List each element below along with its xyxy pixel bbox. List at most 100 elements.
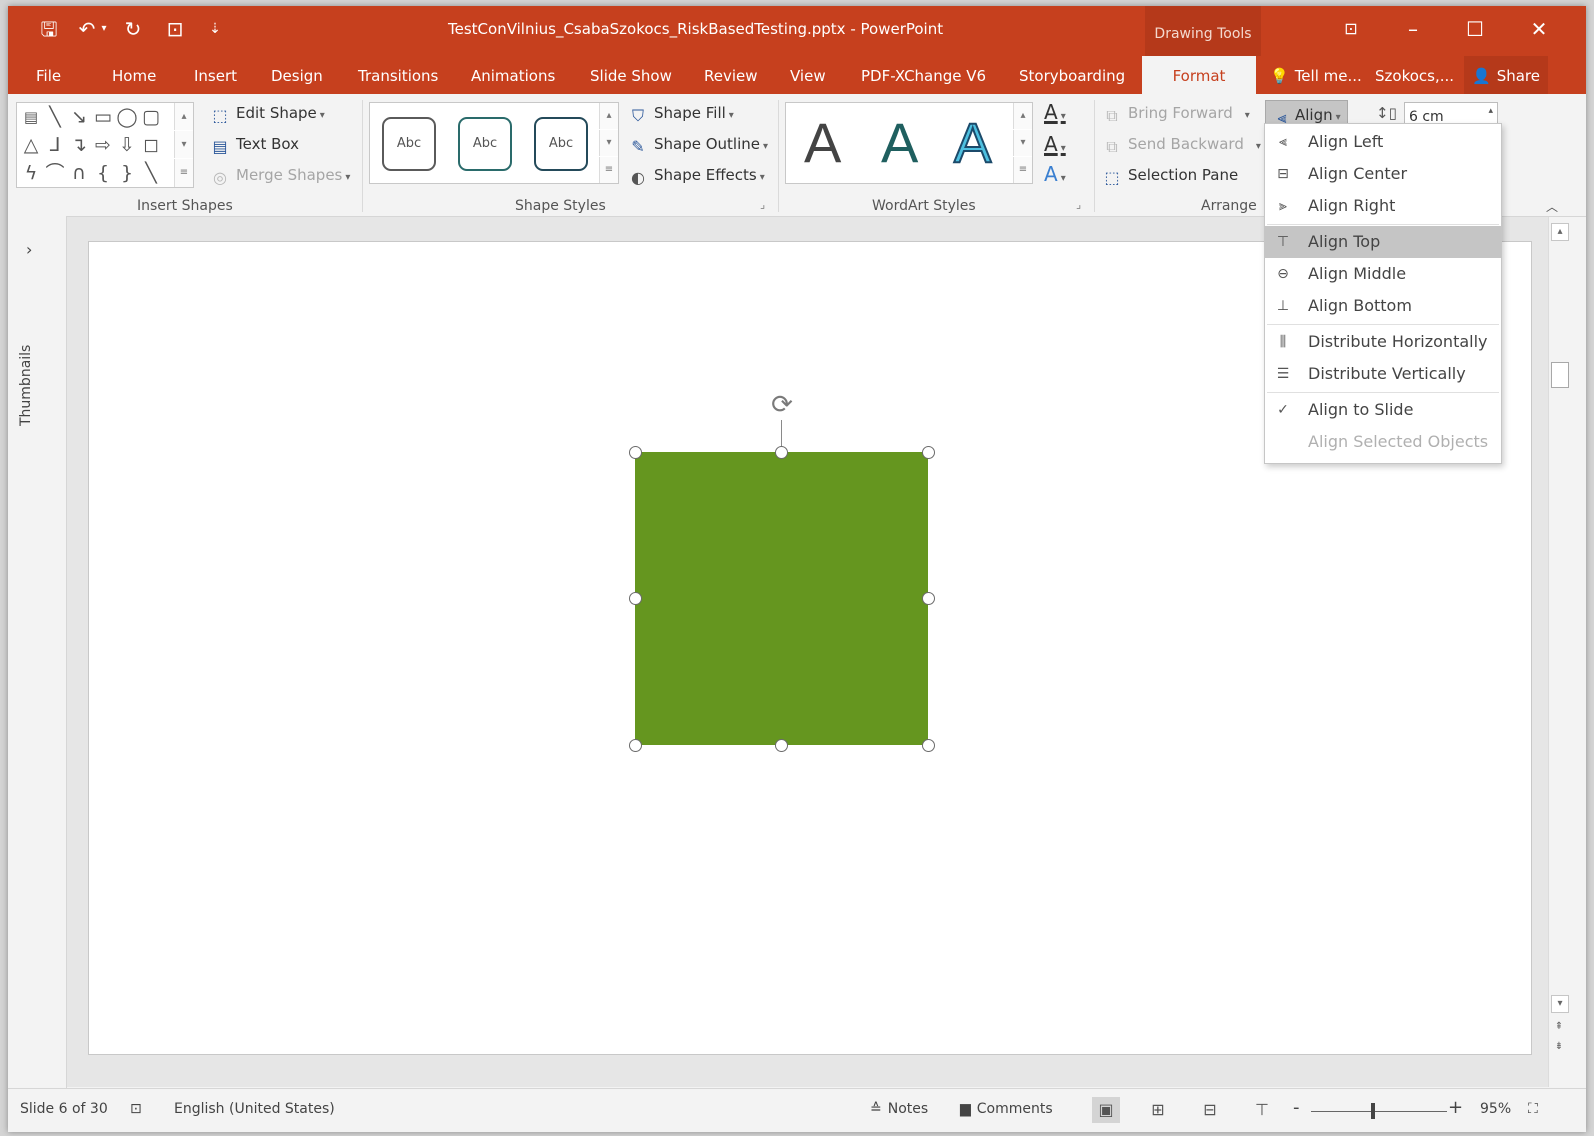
zoom-slider[interactable] (1311, 1111, 1447, 1112)
share-button[interactable]: 👤 Share (1464, 56, 1548, 94)
wordart-gallery-more-icon[interactable]: ≡ (1013, 157, 1032, 183)
zoom-out-button[interactable]: - (1293, 1097, 1300, 1118)
left-brace-shape-icon[interactable]: { (91, 161, 115, 185)
distribute-horizontally-item[interactable]: ⫼ Distribute Horizontally (1265, 326, 1501, 358)
start-from-beginning-icon[interactable]: ⊡ (162, 16, 188, 42)
maximize-button[interactable]: ☐ (1452, 14, 1498, 44)
align-top-item[interactable]: ⊤ Align Top (1265, 226, 1501, 258)
expand-thumbnails-icon[interactable]: › (26, 240, 32, 259)
customize-quick-access-icon[interactable]: ⇣ (202, 16, 228, 42)
slide-show-icon[interactable]: ⊤ (1248, 1097, 1276, 1123)
curve-shape-icon[interactable]: ∩ (67, 161, 91, 185)
scrollbar-thumb[interactable] (1551, 362, 1569, 388)
shapes-gallery-up-icon[interactable]: ▴ (174, 103, 193, 130)
spell-check-icon[interactable]: ⊡ (130, 1101, 142, 1117)
wordart-style-teal[interactable]: A (881, 113, 918, 173)
resize-handle-top-left[interactable] (629, 446, 642, 459)
undo-dropdown-icon[interactable]: ▾ (97, 16, 111, 42)
arrow-line-shape-icon[interactable]: ↘ (67, 105, 91, 129)
shape-style-swatch[interactable]: Abc (382, 117, 436, 171)
styles-gallery-down-icon[interactable]: ▾ (599, 130, 618, 156)
slide-counter[interactable]: Slide 6 of 30 (20, 1101, 108, 1117)
tab-slide-show[interactable]: Slide Show (590, 56, 672, 94)
redo-icon[interactable]: ↻ (120, 16, 146, 42)
text-box-button[interactable]: ▤ Text Box (210, 135, 299, 156)
resize-handle-bottom[interactable] (775, 739, 788, 752)
text-box-shape-icon[interactable]: ▤ (19, 105, 43, 129)
tab-transitions[interactable]: Transitions (358, 56, 438, 94)
text-outline-icon[interactable]: A ▾ (1044, 132, 1066, 156)
user-account[interactable]: Szokocs,... (1375, 56, 1454, 94)
comments-button[interactable]: ▆ Comments (960, 1101, 1053, 1117)
resize-handle-bottom-left[interactable] (629, 739, 642, 752)
shapes-gallery[interactable]: ▤ ╲ ↘ ▭ ◯ ▢ △ ⅃ ↴ ⇨ ⇩ ◻ ϟ ⌒ ∩ { } ╲ ▴ ▾ … (16, 102, 194, 188)
triangle-shape-icon[interactable]: △ (19, 133, 43, 157)
zoom-slider-thumb[interactable] (1371, 1103, 1375, 1119)
right-arrow-shape-icon[interactable]: ⇨ (91, 133, 115, 157)
wordart-dialog-launcher-icon[interactable]: ⌟ (1076, 198, 1081, 211)
align-selected-objects-item[interactable]: Align Selected Objects (1265, 426, 1501, 458)
slide-sorter-icon[interactable]: ⊞ (1144, 1097, 1172, 1123)
zoom-in-button[interactable]: + (1448, 1097, 1463, 1118)
previous-slide-icon[interactable]: ⇞ (1551, 1019, 1567, 1035)
wordart-gallery-up-icon[interactable]: ▴ (1013, 103, 1032, 129)
selection-pane-button[interactable]: ⬚ Selection Pane (1102, 166, 1238, 187)
align-bottom-item[interactable]: ⊥ Align Bottom (1265, 290, 1501, 322)
merge-shapes-button[interactable]: ◎ Merge Shapes ▾ (210, 166, 350, 187)
resize-handle-bottom-right[interactable] (922, 739, 935, 752)
minimize-button[interactable]: – (1390, 14, 1436, 44)
lightning-shape-icon[interactable]: ϟ (19, 161, 43, 185)
scroll-up-icon[interactable]: ▴ (1551, 223, 1569, 241)
align-right-item[interactable]: ⫸ Align Right (1265, 190, 1501, 222)
styles-gallery-more-icon[interactable]: ≡ (599, 157, 618, 183)
shape-styles-gallery[interactable]: Abc Abc Abc ▴ ▾ ≡ (369, 102, 619, 184)
tab-design[interactable]: Design (271, 56, 323, 94)
elbow-connector-shape-icon[interactable]: ⅃ (43, 133, 67, 157)
zoom-level[interactable]: 95% (1480, 1101, 1511, 1117)
notes-button[interactable]: ≙ Notes (870, 1101, 928, 1117)
thumbnails-label[interactable]: Thumbnails (18, 326, 40, 426)
elbow-arrow-shape-icon[interactable]: ↴ (67, 133, 91, 157)
diagonal-line-shape-icon[interactable]: ╲ (139, 161, 163, 185)
tab-storyboarding[interactable]: Storyboarding (1019, 56, 1125, 94)
tab-home[interactable]: Home (112, 56, 156, 94)
resize-handle-top[interactable] (775, 446, 788, 459)
align-middle-item[interactable]: ⊖ Align Middle (1265, 258, 1501, 290)
styles-gallery-up-icon[interactable]: ▴ (599, 103, 618, 129)
normal-view-icon[interactable]: ▣ (1092, 1097, 1120, 1123)
edit-shape-button[interactable]: ⬚ Edit Shape ▾ (210, 104, 324, 125)
tab-review[interactable]: Review (704, 56, 758, 94)
resize-handle-right[interactable] (922, 592, 935, 605)
bring-forward-button[interactable]: ⧉ Bring Forward ▾ (1102, 104, 1250, 125)
send-backward-button[interactable]: ⧉ Send Backward ▾ (1102, 135, 1261, 156)
text-fill-icon[interactable]: A ▾ (1044, 100, 1066, 124)
align-left-item[interactable]: ⫷ Align Left (1265, 126, 1501, 158)
rounded-rectangle-shape-icon[interactable]: ▢ (139, 105, 163, 129)
resize-handle-top-right[interactable] (922, 446, 935, 459)
arc-shape-icon[interactable]: ⌒ (43, 161, 67, 185)
tell-me-box[interactable]: 💡 Tell me... (1270, 56, 1362, 94)
shape-outline-button[interactable]: ✎ Shape Outline ▾ (628, 135, 768, 156)
close-button[interactable]: ✕ (1516, 14, 1562, 44)
reading-view-icon[interactable]: ⊟ (1196, 1097, 1224, 1123)
collapse-ribbon-icon[interactable]: ︿ (1546, 198, 1558, 215)
right-brace-shape-icon[interactable]: } (115, 161, 139, 185)
shape-style-swatch[interactable]: Abc (458, 117, 512, 171)
tab-format[interactable]: Format (1142, 56, 1256, 94)
resize-handle-left[interactable] (629, 592, 642, 605)
shape-effects-button[interactable]: ◐ Shape Effects ▾ (628, 166, 765, 187)
ribbon-display-options-icon[interactable]: ⊡ (1328, 14, 1374, 44)
wordart-gallery-down-icon[interactable]: ▾ (1013, 130, 1032, 156)
spin-up-icon[interactable]: ▴ (1484, 97, 1493, 125)
scroll-down-icon[interactable]: ▾ (1551, 995, 1569, 1013)
wordart-style-plain[interactable]: A (804, 113, 841, 173)
wordart-styles-gallery[interactable]: A A A ▴ ▾ ≡ (785, 102, 1033, 184)
fit-slide-icon[interactable]: ⛶ (1528, 1101, 1538, 1117)
line-shape-icon[interactable]: ╲ (43, 105, 67, 129)
align-center-item[interactable]: ⊟ Align Center (1265, 158, 1501, 190)
distribute-vertically-item[interactable]: ☰ Distribute Vertically (1265, 358, 1501, 390)
tab-insert[interactable]: Insert (194, 56, 237, 94)
snip-rectangle-shape-icon[interactable]: ◻ (139, 133, 163, 157)
text-effects-icon[interactable]: A ▾ (1044, 162, 1066, 186)
rotate-handle-icon[interactable]: ⟳ (767, 390, 797, 420)
